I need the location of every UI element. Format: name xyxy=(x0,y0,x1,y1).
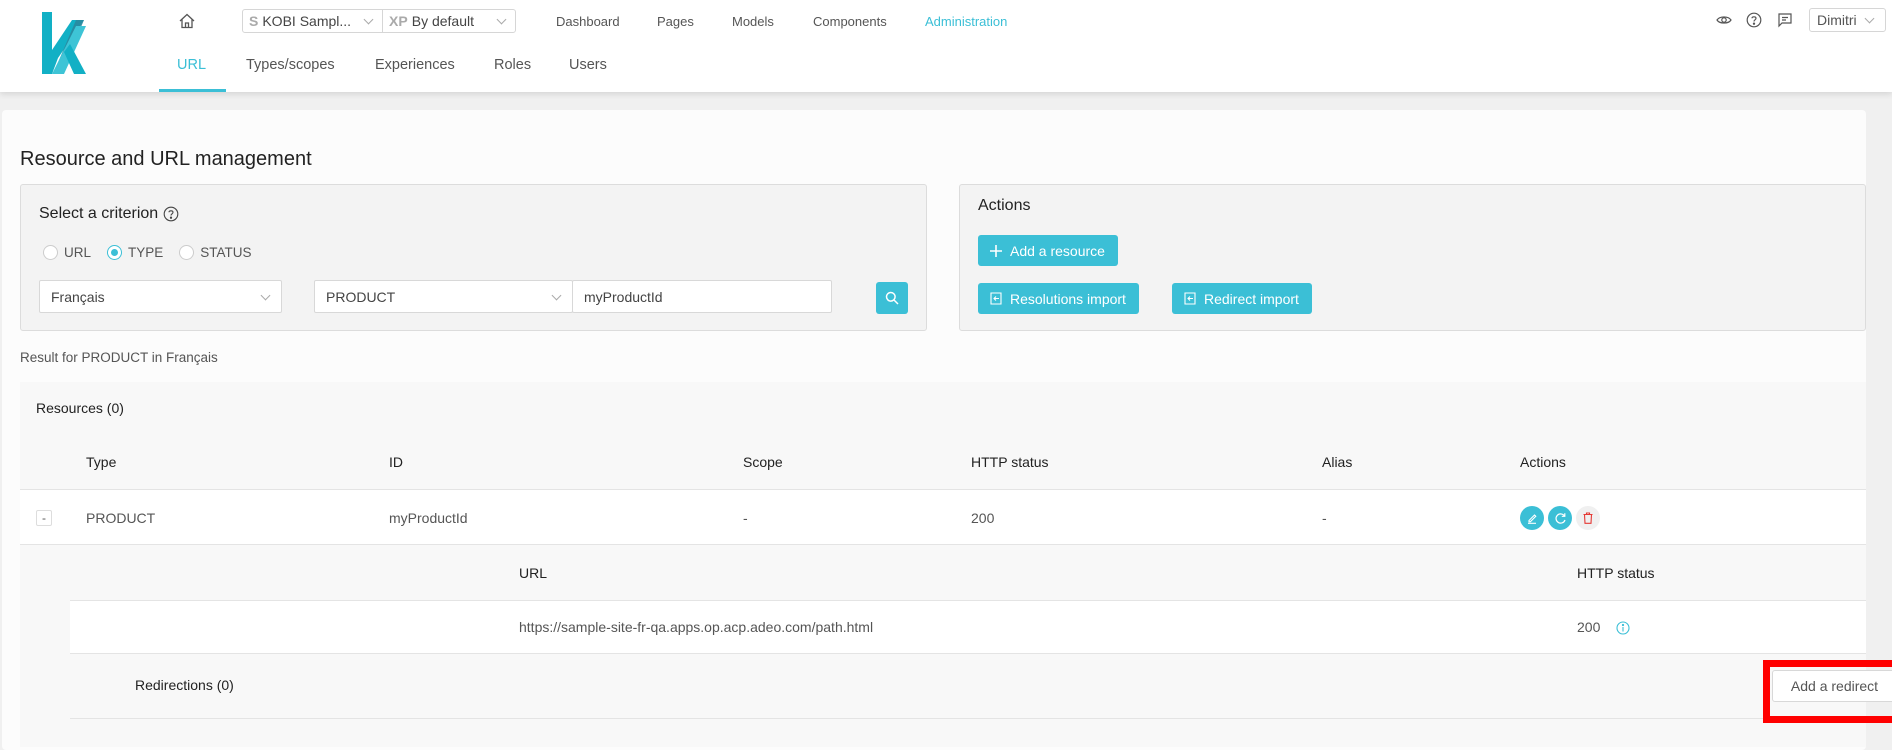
nav-pages[interactable]: Pages xyxy=(657,14,694,29)
cell-url[interactable]: https://sample-site-fr-qa.apps.op.acp.ad… xyxy=(519,619,873,635)
cell-scope: - xyxy=(743,510,748,526)
cell-http-status: 200 xyxy=(971,510,995,526)
site-selector[interactable]: S KOBI Sampl... xyxy=(243,10,382,32)
column-header-actions: Actions xyxy=(1520,454,1566,470)
import-icon xyxy=(990,292,1002,305)
search-button[interactable] xyxy=(876,282,908,314)
redirections-row: Redirections (0) Add a redirect xyxy=(70,654,1892,723)
chevron-down-icon xyxy=(260,290,271,301)
actions-panel: Actions Add a resource Resolutions impor… xyxy=(959,184,1866,331)
nav-administration[interactable]: Administration xyxy=(925,14,1007,29)
add-resource-label: Add a resource xyxy=(1010,242,1105,259)
home-icon[interactable] xyxy=(178,12,196,30)
add-redirect-button[interactable]: Add a redirect xyxy=(1772,670,1892,702)
tab-url[interactable]: URL xyxy=(177,57,206,73)
cell-type: PRODUCT xyxy=(86,510,156,526)
result-summary: Result for PRODUCT in Français xyxy=(20,350,218,365)
chevron-down-icon xyxy=(496,14,507,24)
context-selectors: S KOBI Sampl... XP By default xyxy=(242,9,516,33)
trash-icon xyxy=(1583,512,1593,524)
help-icon[interactable] xyxy=(163,206,179,222)
radio-url[interactable] xyxy=(43,245,58,260)
column-header-url: URL xyxy=(519,565,548,581)
criterion-title-wrap: Select a criterion xyxy=(39,205,179,223)
pencil-icon xyxy=(1528,514,1537,524)
top-header: S KOBI Sampl... XP By default Dashboard … xyxy=(0,0,1892,92)
type-value: PRODUCT xyxy=(326,288,396,305)
experience-value: By default xyxy=(411,13,474,29)
chevron-down-icon xyxy=(1864,13,1875,23)
cell-id: myProductId xyxy=(389,510,468,526)
radio-url-label: URL xyxy=(64,245,92,260)
column-header-url-http-status: HTTP status xyxy=(1577,565,1655,581)
active-tab-indicator xyxy=(159,89,226,92)
id-input-value: myProductId xyxy=(584,288,663,305)
experience-prefix: XP xyxy=(389,13,408,29)
radio-status[interactable] xyxy=(179,245,195,260)
resolutions-import-label: Resolutions import xyxy=(1010,290,1126,307)
site-prefix: S xyxy=(249,13,259,29)
eye-icon[interactable] xyxy=(1716,12,1732,28)
resolutions-import-button[interactable]: Resolutions import xyxy=(978,283,1139,314)
radio-type-label: TYPE xyxy=(128,245,164,260)
cell-url-http-status: 200 xyxy=(1577,619,1601,635)
column-header-scope: Scope xyxy=(743,454,783,470)
criterion-title: Select a criterion xyxy=(39,205,159,222)
table-row: - PRODUCT myProductId - 200 - xyxy=(20,489,1866,545)
site-value: KOBI Sampl... xyxy=(262,13,352,29)
redirect-import-label: Redirect import xyxy=(1204,290,1299,307)
user-menu[interactable]: Dimitri xyxy=(1809,8,1886,32)
add-resource-button[interactable]: Add a resource xyxy=(978,235,1118,266)
tab-roles[interactable]: Roles xyxy=(494,57,531,73)
help-icon[interactable] xyxy=(1746,12,1762,28)
radio-status-label: STATUS xyxy=(200,245,252,260)
refresh-button[interactable] xyxy=(1548,506,1572,530)
actions-title: Actions xyxy=(978,197,1031,214)
column-header-type: Type xyxy=(86,454,117,470)
search-icon xyxy=(885,291,899,305)
id-input[interactable]: myProductId xyxy=(572,280,832,313)
user-name: Dimitri xyxy=(1817,12,1857,28)
tab-experiences[interactable]: Experiences xyxy=(375,57,455,73)
criterion-panel: Select a criterion URL TYPE STATUS Franç… xyxy=(20,184,927,331)
language-select[interactable]: Français xyxy=(39,280,282,313)
collapse-row-button[interactable]: - xyxy=(36,510,52,526)
nav-models[interactable]: Models xyxy=(732,14,774,29)
language-value: Français xyxy=(51,288,105,305)
tab-types-scopes[interactable]: Types/scopes xyxy=(246,57,335,73)
tab-users[interactable]: Users xyxy=(569,57,607,73)
radio-type[interactable] xyxy=(107,245,123,260)
column-header-alias: Alias xyxy=(1322,454,1353,470)
chevron-down-icon xyxy=(551,290,562,301)
criterion-radio-group: URL TYPE STATUS xyxy=(39,245,252,260)
column-header-http-status: HTTP status xyxy=(971,454,1049,470)
cell-alias: - xyxy=(1322,510,1327,526)
info-icon[interactable] xyxy=(1616,621,1630,635)
import-icon xyxy=(1184,292,1196,305)
kobi-logo[interactable] xyxy=(40,12,86,76)
column-header-id: ID xyxy=(389,454,403,470)
redirect-import-button[interactable]: Redirect import xyxy=(1172,283,1312,314)
experience-selector[interactable]: XP By default xyxy=(382,10,515,32)
plus-icon xyxy=(990,244,1002,257)
page-title: Resource and URL management xyxy=(20,148,312,170)
type-select[interactable]: PRODUCT xyxy=(314,280,573,313)
nav-dashboard[interactable]: Dashboard xyxy=(556,14,620,29)
chat-icon[interactable] xyxy=(1777,12,1793,28)
refresh-icon xyxy=(1554,512,1566,524)
delete-button[interactable] xyxy=(1576,506,1600,530)
url-subtable-header: URL HTTP status xyxy=(70,545,1866,600)
redirections-title: Redirections (0) xyxy=(135,677,234,693)
resources-section: Resources (0) Type ID Scope HTTP status … xyxy=(20,382,1892,747)
url-row: https://sample-site-fr-qa.apps.op.acp.ad… xyxy=(70,600,1866,654)
chevron-down-icon xyxy=(363,14,374,24)
edit-button[interactable] xyxy=(1520,506,1544,530)
resources-title: Resources (0) xyxy=(36,400,124,416)
nav-components[interactable]: Components xyxy=(813,14,887,29)
